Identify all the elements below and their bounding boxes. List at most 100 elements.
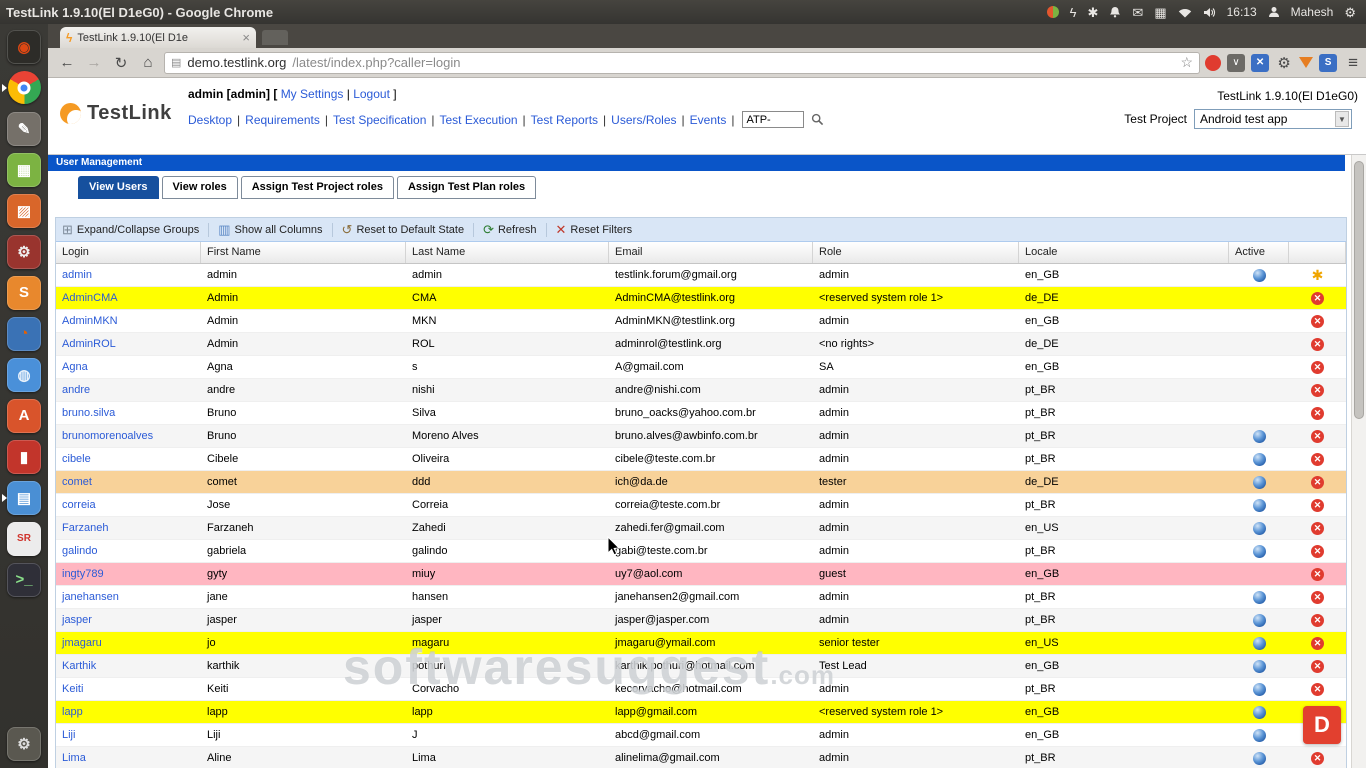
- delete-user-icon[interactable]: ✕: [1311, 292, 1324, 305]
- nav-events[interactable]: Events: [690, 113, 727, 127]
- delete-user-icon[interactable]: ✕: [1311, 430, 1324, 443]
- launcher-system-settings[interactable]: ⚙: [2, 231, 46, 272]
- launcher-libreoffice-impress[interactable]: ▨: [2, 190, 46, 231]
- user-login-link[interactable]: janehansen: [62, 591, 119, 603]
- launcher-softwaresuggest-app[interactable]: SR: [2, 518, 46, 559]
- nav-test-specification[interactable]: Test Specification: [333, 113, 426, 127]
- network-wifi-icon[interactable]: [1178, 7, 1192, 18]
- user-login-link[interactable]: AdminCMA: [62, 292, 118, 304]
- user-login-link[interactable]: galindo: [62, 545, 97, 557]
- user-login-link[interactable]: correia: [62, 499, 96, 511]
- extension-gear-icon[interactable]: ⚙: [1275, 54, 1293, 72]
- launcher-libreoffice-calc[interactable]: ▦: [2, 149, 46, 190]
- bookmark-star-icon[interactable]: ☆: [1181, 54, 1194, 71]
- tab-assign-test-plan-roles[interactable]: Assign Test Plan roles: [397, 176, 536, 199]
- user-login-link[interactable]: andre: [62, 384, 90, 396]
- user-login-link[interactable]: bruno.silva: [62, 407, 115, 419]
- user-person-icon[interactable]: [1268, 6, 1280, 18]
- mail-indicator-icon[interactable]: ✉: [1132, 6, 1143, 19]
- user-login-link[interactable]: Farzaneh: [62, 522, 108, 534]
- browser-tab[interactable]: ϟ TestLink 1.9.10(El D1e ×: [60, 27, 256, 48]
- delete-user-icon[interactable]: ✕: [1311, 476, 1324, 489]
- column-header-first-name[interactable]: First Name: [201, 242, 406, 263]
- launcher-document-viewer[interactable]: ▤: [2, 477, 46, 518]
- delete-user-icon[interactable]: ✕: [1311, 683, 1324, 696]
- user-login-link[interactable]: Agna: [62, 361, 88, 373]
- column-header-login[interactable]: Login: [56, 242, 201, 263]
- delete-user-icon[interactable]: ✕: [1311, 453, 1324, 466]
- nav-desktop[interactable]: Desktop: [188, 113, 232, 127]
- user-login-link[interactable]: AdminROL: [62, 338, 116, 350]
- user-login-link[interactable]: Karthik: [62, 660, 96, 672]
- user-login-link[interactable]: jmagaru: [62, 637, 102, 649]
- user-login-link[interactable]: ingty789: [62, 568, 104, 580]
- keyboard-indicator-icon[interactable]: ▦: [1154, 6, 1166, 19]
- tab-view-users[interactable]: View Users: [78, 176, 159, 199]
- launcher-media-app[interactable]: ▮: [2, 436, 46, 477]
- column-header-locale[interactable]: Locale: [1019, 242, 1229, 263]
- user-login-link[interactable]: Liji: [62, 729, 75, 741]
- launcher-sublime-text[interactable]: S: [2, 272, 46, 313]
- delete-user-icon[interactable]: ✕: [1311, 614, 1324, 627]
- delete-user-icon[interactable]: ✕: [1311, 752, 1324, 765]
- scrollbar-thumb[interactable]: [1354, 161, 1364, 419]
- delete-user-icon[interactable]: ✕: [1311, 361, 1324, 374]
- delete-user-icon[interactable]: ✕: [1311, 637, 1324, 650]
- launcher-text-editor[interactable]: ✎: [2, 108, 46, 149]
- toolbar-show-all-columns[interactable]: ▥Show all Columns: [218, 223, 322, 236]
- tab-assign-test-project-roles[interactable]: Assign Test Project roles: [241, 176, 394, 199]
- column-header-role[interactable]: Role: [813, 242, 1019, 263]
- delete-user-icon[interactable]: ✕: [1311, 591, 1324, 604]
- power-indicator-icon[interactable]: ϟ: [1070, 6, 1077, 19]
- sound-volume-icon[interactable]: [1203, 7, 1216, 18]
- nav-test-reports[interactable]: Test Reports: [531, 113, 598, 127]
- toolbar-expand-collapse-groups[interactable]: ⊞Expand/Collapse Groups: [62, 223, 199, 236]
- session-gear-icon[interactable]: ⚙: [1344, 6, 1356, 19]
- launcher-software-center[interactable]: A: [2, 395, 46, 436]
- chrome-menu-icon[interactable]: ≡: [1348, 53, 1358, 73]
- launcher-workspace-settings[interactable]: ⚙: [2, 723, 46, 764]
- user-login-link[interactable]: Keiti: [62, 683, 83, 695]
- extension-chevron-icon[interactable]: ∨: [1227, 54, 1245, 72]
- launcher-dash-home[interactable]: ◉: [2, 26, 46, 67]
- column-header-actions[interactable]: [1289, 242, 1346, 263]
- forward-button[interactable]: →: [83, 52, 105, 74]
- address-bar[interactable]: ▤ demo.testlink.org/latest/index.php?cal…: [164, 52, 1200, 74]
- logout-link[interactable]: Logout: [353, 87, 390, 101]
- session-user[interactable]: Mahesh: [1291, 6, 1334, 18]
- user-login-link[interactable]: cibele: [62, 453, 91, 465]
- delete-user-icon[interactable]: ✕: [1311, 384, 1324, 397]
- extension-s-icon[interactable]: S: [1319, 54, 1337, 72]
- nav-users-roles[interactable]: Users/Roles: [611, 113, 676, 127]
- toolbar-reset-to-default-state[interactable]: ↺Reset to Default State: [342, 223, 465, 236]
- user-login-link[interactable]: jasper: [62, 614, 92, 626]
- user-login-link[interactable]: comet: [62, 476, 92, 488]
- user-login-link[interactable]: brunomorenoalves: [62, 430, 153, 442]
- page-scrollbar[interactable]: [1351, 155, 1366, 768]
- extension-funnel-icon[interactable]: [1299, 57, 1313, 68]
- extension-x-icon[interactable]: ✕: [1251, 54, 1269, 72]
- user-login-link[interactable]: AdminMKN: [62, 315, 118, 327]
- toolbar-reset-filters[interactable]: ✕Reset Filters: [556, 223, 633, 236]
- launcher-firefox[interactable]: ◔: [2, 313, 46, 354]
- messaging-indicator-icon[interactable]: [1047, 6, 1059, 18]
- back-button[interactable]: ←: [56, 52, 78, 74]
- home-button[interactable]: ⌂: [137, 52, 159, 74]
- search-icon[interactable]: [811, 113, 824, 126]
- test-case-search-input[interactable]: [742, 111, 804, 128]
- delete-user-icon[interactable]: ✕: [1311, 568, 1324, 581]
- delete-user-icon[interactable]: ✕: [1311, 315, 1324, 328]
- delete-user-icon[interactable]: ✕: [1311, 407, 1324, 420]
- notifications-bell-icon[interactable]: [1109, 6, 1121, 18]
- user-login-link[interactable]: admin: [62, 269, 92, 281]
- tab-close-icon[interactable]: ×: [242, 30, 250, 45]
- test-project-select[interactable]: Android test app ▼: [1194, 109, 1352, 129]
- delete-user-icon[interactable]: ✕: [1311, 660, 1324, 673]
- launcher-chrome[interactable]: [2, 67, 46, 108]
- tab-view-roles[interactable]: View roles: [162, 176, 238, 199]
- my-settings-link[interactable]: My Settings: [281, 87, 344, 101]
- delete-user-icon[interactable]: ✕: [1311, 522, 1324, 535]
- delete-user-icon[interactable]: ✕: [1311, 338, 1324, 351]
- reload-button[interactable]: ↻: [110, 52, 132, 74]
- clock[interactable]: 16:13: [1227, 6, 1257, 18]
